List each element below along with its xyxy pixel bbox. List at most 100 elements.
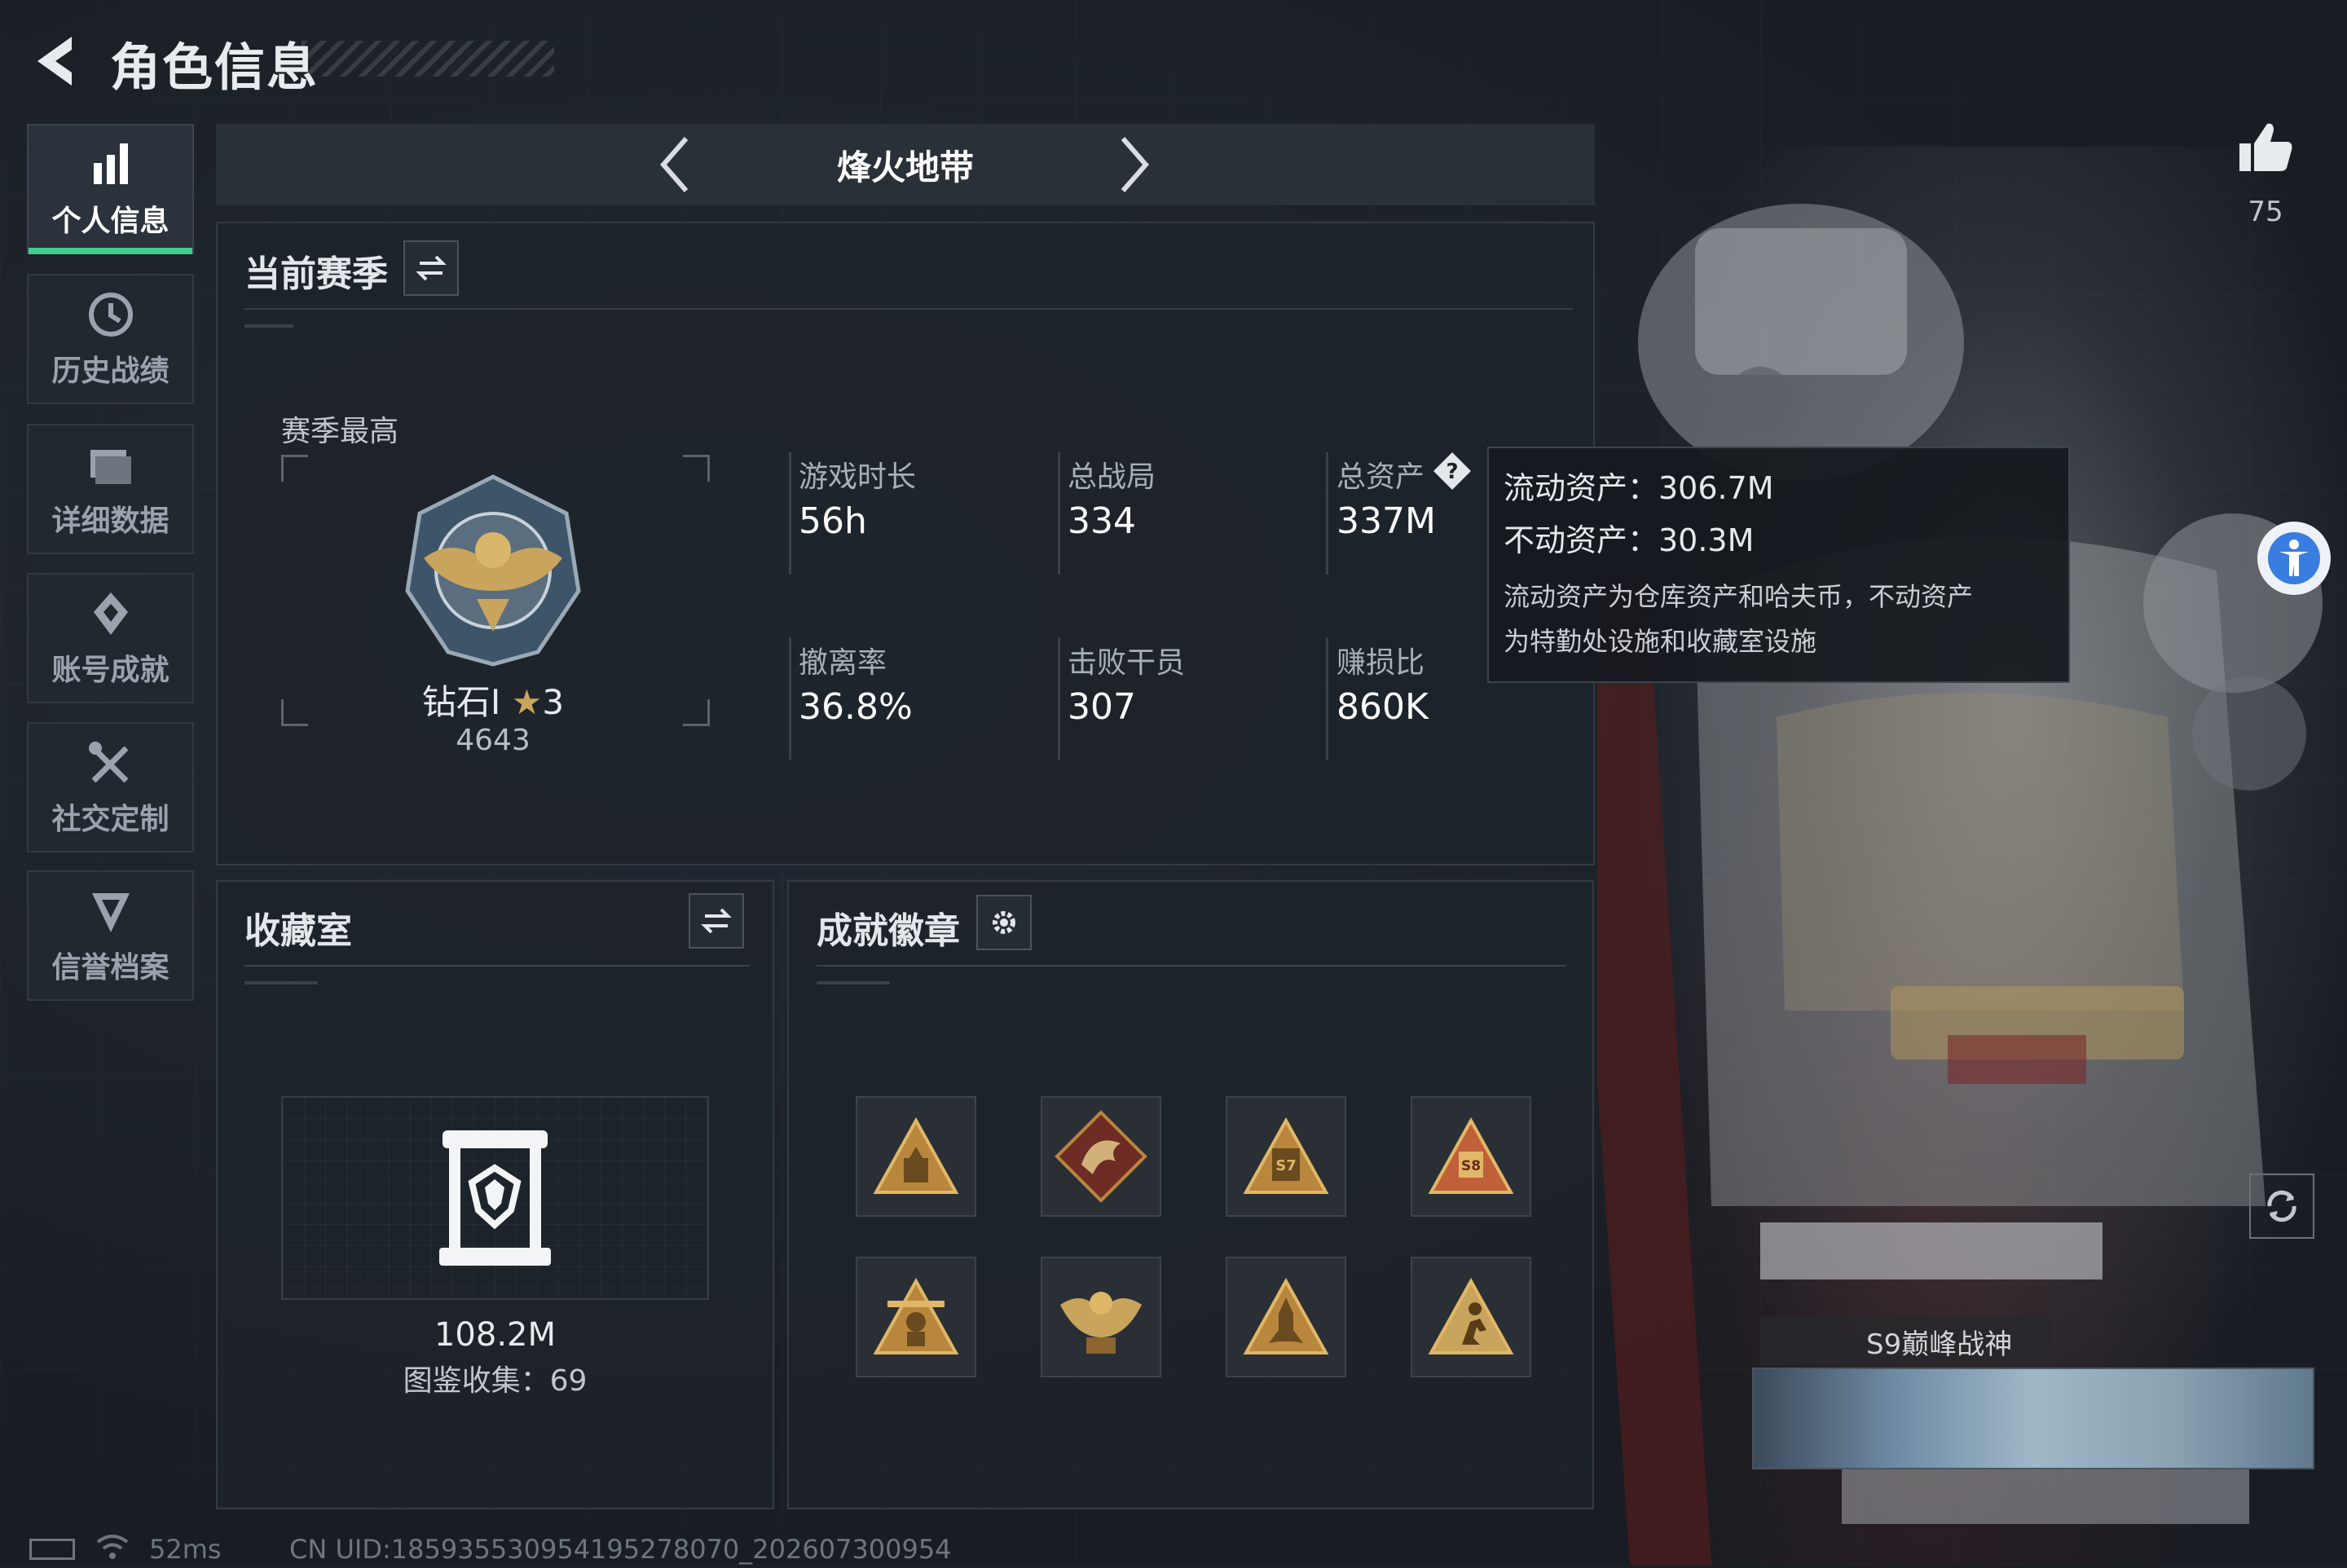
season-title: 当前赛季 [244, 253, 388, 295]
eagle-emblem-icon [405, 474, 581, 667]
stat-label-playtime: 游戏时长 [799, 460, 917, 494]
divider-accent [244, 981, 318, 984]
badge-pyramid[interactable] [856, 1096, 976, 1217]
frame-corner [683, 455, 710, 482]
nav-label: 信誉档案 [51, 951, 170, 984]
badge-s7[interactable]: S7 [1226, 1096, 1346, 1217]
s7-badge-icon: S7 [1243, 1117, 1329, 1194]
display-case-icon [436, 1129, 554, 1271]
divider-accent [817, 981, 890, 984]
svg-text:S8: S8 [1461, 1158, 1481, 1174]
nav-item-achievements[interactable]: 账号成就 [27, 573, 194, 703]
stat-value-playtime: 56h [799, 500, 867, 542]
rank-emblem [391, 469, 595, 676]
page-title: 角色信息 [110, 37, 319, 97]
badge-rocket[interactable] [1226, 1257, 1346, 1377]
reputation-shield-icon [91, 893, 130, 932]
user-uid: CN UID:185935530954195278070_20260730095… [289, 1534, 952, 1565]
svg-text:?: ? [1446, 460, 1458, 484]
rank-line: 钻石I ★3 [367, 675, 619, 725]
ping: 52ms [149, 1534, 222, 1565]
help-diamond-icon: ? [1433, 452, 1471, 490]
dragon-badge-icon [1055, 1110, 1147, 1203]
rotate-button[interactable] [2249, 1174, 2314, 1239]
runner-badge-icon [1428, 1277, 1514, 1354]
assets-help-button[interactable]: ? [1432, 451, 1473, 491]
nav-label: 个人信息 [51, 205, 170, 238]
accessibility-button[interactable] [2257, 522, 2331, 595]
collection-count: 图鉴收集：69 [403, 1364, 588, 1398]
swap-icon [416, 255, 447, 281]
badge-runner[interactable] [1411, 1257, 1531, 1377]
frame-corner [281, 699, 308, 726]
collection-value: 108.2M [434, 1316, 557, 1354]
thumbs-up-icon [2239, 123, 2292, 171]
achievements-settings-button[interactable] [976, 895, 1032, 950]
nav-label: 社交定制 [51, 803, 170, 836]
tooltip-desc-line1: 流动资产为仓库资产和哈夫币，不动资产 [1504, 581, 1974, 612]
stat-separator [789, 637, 791, 760]
rocket-badge-icon [1243, 1277, 1329, 1354]
divider [244, 308, 1573, 310]
title-banner-text: S9巅峰战神 [1866, 1328, 2013, 1361]
stat-value-extract-rate: 36.8% [799, 686, 913, 728]
nav-item-reputation[interactable]: 信誉档案 [27, 870, 194, 1001]
back-arrow-icon [37, 37, 72, 86]
stat-label-extract-rate: 撤离率 [799, 646, 887, 680]
stat-label-matches: 总战局 [1068, 460, 1156, 494]
eagle-badge-icon [1060, 1292, 1142, 1354]
badge-eagle[interactable] [1041, 1257, 1161, 1377]
badge-soldier[interactable] [856, 1257, 976, 1377]
folder-icon [90, 450, 131, 484]
stat-label-profit-ratio: 赚损比 [1336, 646, 1425, 680]
back-button[interactable] [24, 29, 90, 94]
stat-separator [1058, 637, 1060, 760]
chevron-left-icon [660, 137, 689, 192]
season-best-label: 赛季最高 [281, 415, 399, 448]
stat-separator [1058, 452, 1060, 575]
stat-separator [789, 452, 791, 575]
rank-star-icon: ★ [511, 682, 543, 722]
frame-corner [281, 455, 308, 482]
rotate-icon [2267, 1190, 2296, 1222]
like-count: 75 [2248, 196, 2283, 228]
like-button[interactable] [2233, 116, 2298, 181]
soldier-badge-icon [873, 1277, 959, 1354]
stat-label-assets: 总资产 [1336, 460, 1425, 494]
rank-stars: 3 [542, 682, 565, 722]
business-card-image[interactable] [1752, 1368, 2314, 1469]
stat-value-assets: 337M [1336, 500, 1436, 542]
bar-chart-icon [93, 143, 128, 184]
nav-item-profile[interactable]: 个人信息 [27, 124, 194, 254]
stat-value-kills: 307 [1068, 686, 1136, 728]
swap-icon [701, 908, 732, 934]
badge-dragon[interactable] [1041, 1096, 1161, 1217]
s8-badge-icon: S8 [1428, 1117, 1514, 1194]
nav-item-history[interactable]: 历史战绩 [27, 274, 194, 404]
stat-value-profit-ratio: 860K [1336, 686, 1429, 728]
mode-next-button[interactable] [1108, 132, 1157, 197]
gear-icon [993, 911, 1015, 934]
wifi-icon [95, 1532, 130, 1565]
collection-switch-button[interactable] [689, 893, 744, 949]
stat-separator [1326, 452, 1328, 575]
accessibility-icon [2268, 532, 2320, 584]
tooltip-liquid-assets: 流动资产：306.7M [1504, 470, 1774, 506]
tooltip-desc-line2: 为特勤处设施和收藏室设施 [1504, 626, 1817, 657]
svg-text:S7: S7 [1275, 1157, 1297, 1174]
season-switch-button[interactable] [403, 240, 459, 296]
collection-title: 收藏室 [244, 910, 352, 952]
badge-s8[interactable]: S8 [1411, 1096, 1531, 1217]
nav-item-details[interactable]: 详细数据 [27, 424, 194, 554]
divider [817, 965, 1566, 967]
pyramid-badge-icon [873, 1117, 959, 1194]
frame-corner [683, 699, 710, 726]
achievements-title: 成就徽章 [817, 910, 960, 952]
nav-item-social[interactable]: 社交定制 [27, 722, 194, 852]
mode-prev-button[interactable] [652, 132, 701, 197]
rank-name: 钻石I [421, 682, 501, 722]
history-clock-icon [88, 293, 133, 337]
chevron-right-icon [1121, 137, 1149, 192]
battery-icon [29, 1539, 75, 1560]
divider-accent [244, 324, 293, 328]
